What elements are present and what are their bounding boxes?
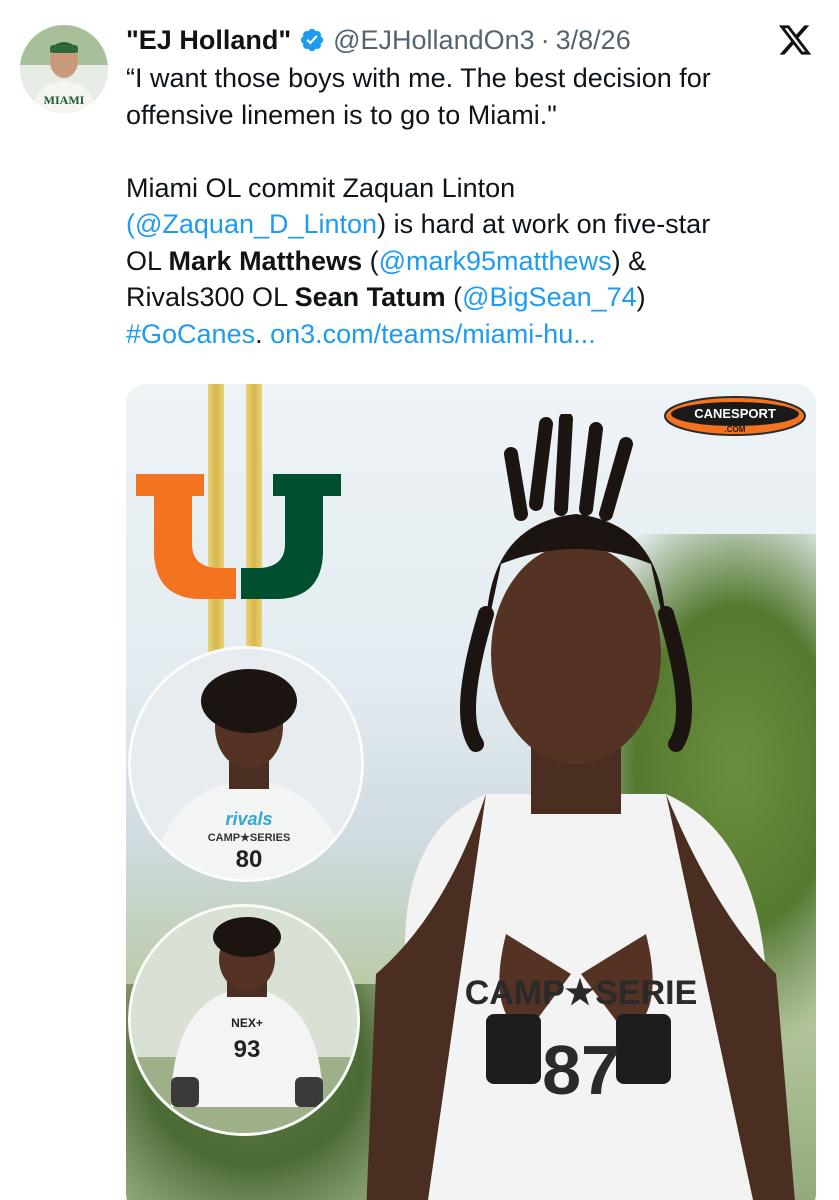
mention-zaquan[interactable]: (@Zaquan_D_Linton: [126, 209, 377, 239]
body-line-4-pre: Rivals300 OL: [126, 282, 295, 312]
header-separator: ·: [540, 24, 550, 55]
tweet-line: (@Zaquan_D_Linton) is hard at work on fi…: [126, 206, 816, 243]
inset-1-jersey-text: CAMP★SERIES: [208, 832, 291, 844]
tweet-date[interactable]: 3/8/26: [556, 25, 631, 56]
tweet-header: "EJ Holland" @EJHollandOn3 · 3/8/26: [126, 22, 631, 58]
hashtag-gocanes[interactable]: #GoCanes: [126, 319, 255, 349]
tweet-line: Miami OL commit Zaquan Linton: [126, 170, 816, 207]
main-jersey-text: CAMP★SERIE: [465, 974, 698, 1012]
inset-2-jersey-number: 93: [234, 1036, 261, 1063]
body-line-3-mid: (: [362, 245, 379, 276]
tweet-media-image[interactable]: CANESPORT .COM CAMP★SERIE 87 rivals CAMP…: [126, 384, 816, 1200]
article-link[interactable]: on3.com/teams/miami-hu...: [270, 319, 596, 349]
verified-badge-icon: [301, 28, 324, 52]
author-avatar[interactable]: MIAMI: [20, 25, 108, 113]
mention-matthews[interactable]: @mark95matthews: [379, 246, 612, 276]
main-jersey-number: 87: [542, 1031, 620, 1109]
avatar-image: MIAMI: [20, 25, 108, 113]
author-handle[interactable]: @EJHollandOn3: [333, 25, 535, 56]
tweet-line: offensive linemen is to go to Miami.": [126, 97, 816, 134]
body-line-4-mid: (: [445, 282, 463, 312]
body-line-3-post: ) &: [611, 245, 647, 276]
body-line-2-rest: ) is hard at work on five-star: [377, 209, 711, 239]
body-line-1: Miami OL commit Zaquan Linton: [126, 172, 516, 203]
inset-photo-tatum: NEX+ 93: [128, 904, 360, 1136]
quote-line-2: offensive linemen is to go to Miami.": [126, 99, 557, 130]
avatar-shirt-text: MIAMI: [44, 93, 85, 107]
player-name-matthews: Mark Matthews: [168, 245, 363, 276]
inset-2-jersey-text: NEX+: [231, 1016, 263, 1030]
inset-photo-matthews: rivals CAMP★SERIES 80: [128, 646, 364, 882]
author-name[interactable]: "EJ Holland": [126, 25, 291, 56]
body-line-5-dot: .: [255, 318, 271, 349]
mention-tatum[interactable]: @BigSean_74: [462, 282, 637, 312]
tweet-line: #GoCanes. on3.com/teams/miami-hu...: [126, 316, 816, 353]
tweet-line: OL Mark Matthews (@mark95matthews) &: [126, 243, 816, 280]
player-name-tatum: Sean Tatum: [294, 282, 446, 312]
miami-u-logo: [136, 474, 341, 599]
x-logo-icon[interactable]: [777, 22, 813, 58]
inset-1-brand: rivals: [225, 809, 272, 829]
tweet-text: “I want those boys with me. The best dec…: [126, 60, 816, 352]
quote-line-1: “I want those boys with me. The best dec…: [126, 63, 711, 93]
main-player-photo: CAMP★SERIE 87: [366, 414, 795, 1200]
body-line-4-post: ): [636, 282, 646, 312]
tweet-line: “I want those boys with me. The best dec…: [126, 60, 816, 97]
body-line-3-pre: OL: [126, 245, 169, 276]
tweet-line: Rivals300 OL Sean Tatum (@BigSean_74): [126, 279, 816, 316]
inset-1-jersey-number: 80: [236, 846, 263, 873]
